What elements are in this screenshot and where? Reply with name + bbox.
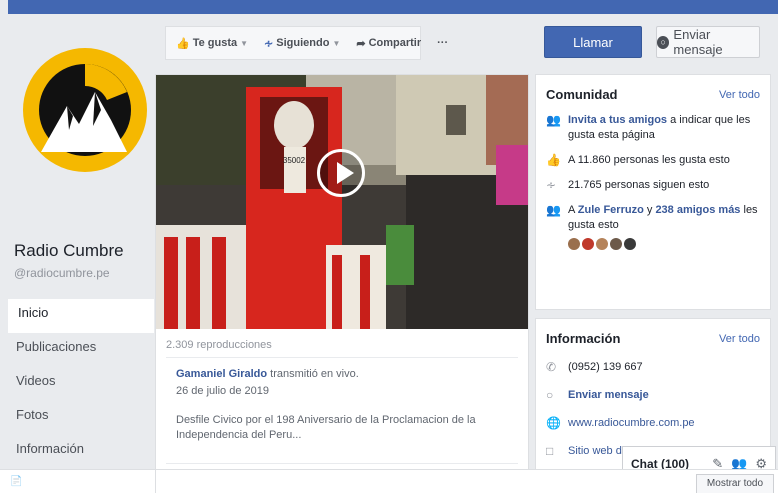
nav-item-inicio[interactable]: Inicio [8, 299, 154, 333]
rss-icon: ∻ [264, 37, 274, 50]
page-logo[interactable] [23, 34, 147, 220]
information-title: Información [546, 331, 621, 346]
phone-icon: ✆ [546, 360, 557, 374]
messenger-icon: ○ [546, 388, 554, 402]
friends-like-row: 👥 A Zule Ferruzo y 238 amigos más les gu… [536, 198, 770, 238]
page-nav: Inicio Publicaciones Videos Fotos Inform… [8, 299, 154, 469]
community-header: Comunidad Ver todo [536, 75, 770, 108]
post-action-text: transmitió en vivo. [267, 368, 359, 380]
nav-item-publicaciones[interactable]: Publicaciones [8, 333, 154, 367]
follow-button[interactable]: ∻ Siguiendo ▼ [262, 33, 342, 54]
send-message-row: ○ Enviar mensaje [536, 380, 770, 408]
likes-count: A 11.860 personas les gusta esto [568, 154, 730, 166]
chevron-down-icon: ▼ [332, 38, 341, 48]
send-message-button[interactable]: ○ Enviar mensaje [656, 26, 760, 58]
avatar[interactable] [582, 238, 594, 250]
download-item-icon[interactable]: 📄 [10, 476, 22, 487]
page-handle[interactable]: @radiocumbre.pe [14, 266, 110, 280]
friend-name-link[interactable]: Zule Ferruzo [578, 204, 644, 216]
chevron-down-icon: ▼ [240, 38, 249, 48]
people-icon: 👥 [546, 113, 561, 127]
nav-item-informacion[interactable]: Información [8, 435, 154, 469]
like-button[interactable]: 👍 Te gusta ▼ [174, 33, 250, 54]
friends-prefix: A [568, 204, 578, 216]
send-message-label: Enviar mensaje [673, 27, 723, 57]
nav-item-fotos[interactable]: Fotos [8, 401, 154, 435]
video-player[interactable]: 35002 [156, 75, 528, 329]
send-message-link[interactable]: Enviar mensaje [568, 388, 649, 403]
bottom-bar: 📄 Mostrar todo [0, 469, 778, 493]
more-options-button[interactable]: ··· [435, 33, 450, 53]
play-icon[interactable] [317, 149, 365, 197]
share-button[interactable]: ➦ Compartir [354, 33, 423, 54]
banner-number: 35002 [283, 156, 306, 165]
avatar[interactable] [610, 238, 622, 250]
more-friends-link[interactable]: 238 amigos más [655, 204, 740, 216]
invite-friends-link[interactable]: Invita a tus amigos [568, 114, 667, 126]
page-action-bar: 👍 Te gusta ▼ ∻ Siguiendo ▼ ➦ Compartir ·… [165, 26, 448, 60]
page-container: Radio Cumbre @radiocumbre.pe Inicio Publ… [8, 14, 778, 488]
avatar[interactable] [624, 238, 636, 250]
rss-icon: ∻ [546, 178, 557, 192]
likes-row: 👍 A 11.860 personas les gusta esto [536, 148, 770, 173]
share-arrow-icon: ➦ [356, 37, 366, 50]
community-card: Comunidad Ver todo 👥 Invita a tus amigos… [535, 74, 771, 310]
video-thumbnail: 35002 [156, 75, 528, 329]
follow-label: Siguiendo [276, 37, 330, 49]
thumbs-up-icon: 👍 [176, 37, 190, 50]
avatar[interactable] [568, 238, 580, 250]
community-title: Comunidad [546, 87, 618, 102]
followers-row: ∻ 21.765 personas siguen esto [536, 173, 770, 198]
friends-connector: y [643, 204, 656, 216]
phone-row: ✆ (0952) 139 667 [536, 352, 770, 380]
avatar[interactable] [596, 238, 608, 250]
post-author-link[interactable]: Gamaniel Giraldo [176, 368, 267, 380]
page-icon: □ [546, 444, 554, 458]
share-label: Compartir [368, 37, 422, 49]
post-text: Desfile Civico por el 198 Aniversario de… [176, 414, 476, 441]
page-name[interactable]: Radio Cumbre [14, 241, 124, 261]
video-post-card: 35002 2.309 reproducciones Gamaniel Gira… [155, 74, 529, 484]
invite-friends-row: 👥 Invita a tus amigos a indicar que les … [536, 108, 770, 148]
information-see-all-link[interactable]: Ver todo [719, 333, 760, 345]
information-header: Información Ver todo [536, 319, 770, 352]
center-column: 👍 Te gusta ▼ ∻ Siguiendo ▼ ➦ Compartir ·… [155, 26, 529, 484]
top-bar [8, 0, 778, 14]
divider [155, 470, 156, 493]
community-see-all-link[interactable]: Ver todo [719, 89, 760, 101]
messenger-icon: ○ [657, 35, 670, 49]
nav-item-videos[interactable]: Videos [8, 367, 154, 401]
site-link[interactable]: Sitio web de [568, 444, 628, 459]
globe-icon: 🌐 [546, 416, 561, 430]
view-count: 2.309 reproducciones [166, 339, 272, 351]
show-all-button[interactable]: Mostrar todo [696, 474, 774, 493]
followers-count: 21.765 personas siguen esto [568, 179, 710, 191]
call-button[interactable]: Llamar [544, 26, 642, 58]
website-row: 🌐 www.radiocumbre.com.pe [536, 408, 770, 436]
divider [166, 357, 518, 358]
website-link[interactable]: www.radiocumbre.com.pe [568, 416, 695, 431]
thumbs-up-icon: 👍 [546, 153, 561, 167]
friend-avatars [536, 238, 770, 258]
left-column: Radio Cumbre @radiocumbre.pe Inicio Publ… [8, 14, 154, 469]
like-label: Te gusta [192, 37, 238, 49]
people-icon: 👥 [546, 203, 561, 217]
divider [166, 463, 518, 464]
post-date[interactable]: 26 de julio de 2019 [176, 385, 269, 397]
phone-number[interactable]: (0952) 139 667 [568, 360, 643, 375]
post-meta: Gamaniel Giraldo transmitió en vivo. [176, 367, 359, 382]
